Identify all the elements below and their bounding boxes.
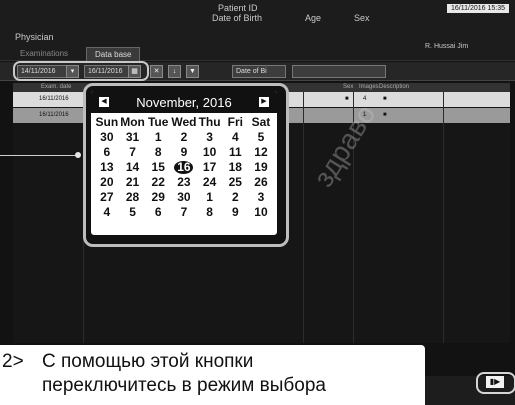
next-month-icon[interactable]: ▶ — [259, 97, 269, 107]
calendar-day[interactable]: 10 — [197, 145, 223, 160]
selected-day-marker: 16 — [174, 161, 194, 174]
callout-line — [0, 155, 78, 156]
age-label: Age — [305, 13, 322, 23]
calendar-day[interactable]: 5 — [120, 205, 146, 220]
week-row: 30 31 1 2 3 4 5 — [94, 130, 274, 145]
week-row: 20 21 22 23 24 25 26 — [94, 175, 274, 190]
calendar-day[interactable]: 30 — [94, 130, 120, 145]
dob-filter-input[interactable]: Date of Bi — [232, 65, 286, 78]
weekday-label: Sun — [95, 115, 119, 129]
calendar-day[interactable]: 8 — [145, 145, 171, 160]
calendar-day[interactable]: 31 — [120, 130, 146, 145]
instruction-line-2: переключитесь в режим выбора — [42, 375, 326, 396]
calendar-day[interactable]: 9 — [222, 205, 248, 220]
calendar-day[interactable]: 30 — [171, 190, 197, 205]
calendar-day[interactable]: 11 — [222, 145, 248, 160]
col-sex: Sex — [343, 84, 354, 90]
weekday-row: Sun Mon Tue Wed Thu Fri Sat — [94, 115, 274, 130]
calendar-day[interactable]: 10 — [248, 205, 274, 220]
calendar-day[interactable]: 28 — [120, 190, 146, 205]
calendar-day[interactable]: 4 — [94, 205, 120, 220]
sex-label: Sex — [354, 13, 370, 23]
switch-mode-button[interactable]: ▮▶ — [486, 376, 504, 388]
physician-label: Physician — [15, 32, 54, 42]
calendar-day[interactable]: 1 — [197, 190, 223, 205]
calendar-highlight-frame: ◀ November, 2016 ▶ Sun Mon Tue Wed Thu F… — [83, 83, 289, 247]
calendar-day[interactable]: 25 — [222, 175, 248, 190]
col-exam-date: Exam. date — [41, 84, 72, 90]
search-input[interactable] — [292, 65, 386, 78]
week-row: 27 28 29 30 1 2 3 — [94, 190, 274, 205]
col-images: Images — [359, 84, 379, 90]
calendar-day[interactable]: 9 — [171, 145, 197, 160]
cell-description: ■ — [383, 96, 387, 102]
cell-description: ■ — [383, 112, 387, 118]
weekday-label: Fri — [227, 115, 243, 129]
calendar-day[interactable]: 29 — [145, 190, 171, 205]
week-row: 13 14 15 16 17 18 19 — [94, 160, 274, 175]
calendar-day[interactable]: 24 — [197, 175, 223, 190]
calendar-day[interactable]: 7 — [120, 145, 146, 160]
patient-id-label: Patient ID — [218, 3, 258, 13]
calendar-day[interactable]: 6 — [94, 145, 120, 160]
datetime-display: 16/11/2016 15:35 — [447, 4, 509, 13]
date-range-highlight-frame — [13, 61, 149, 81]
column-divider — [303, 92, 304, 343]
top-header: Patient ID Date of Birth Age Sex Physici… — [0, 0, 515, 62]
calendar-day[interactable]: 18 — [222, 160, 248, 175]
weekday-label: Wed — [171, 115, 197, 129]
calendar-day[interactable]: 8 — [197, 205, 223, 220]
calendar-title: November, 2016 — [136, 95, 232, 110]
calendar-day[interactable]: 1 — [145, 130, 171, 145]
calendar-day[interactable]: 3 — [248, 190, 274, 205]
col-description: Description — [379, 84, 410, 90]
callout-dot — [75, 152, 81, 158]
sort-icon[interactable]: ↓ — [168, 65, 181, 78]
instruction-caption: 2> С помощью этой кнопки переключитесь в… — [0, 345, 425, 405]
calendar-header: ◀ November, 2016 ▶ — [91, 91, 277, 113]
column-divider — [443, 92, 444, 343]
calendar-popup: ◀ November, 2016 ▶ Sun Mon Tue Wed Thu F… — [90, 90, 278, 236]
calendar-day[interactable]: 20 — [94, 175, 120, 190]
calendar-day[interactable]: 2 — [222, 190, 248, 205]
calendar-day[interactable]: 4 — [222, 130, 248, 145]
calendar-day[interactable]: 19 — [248, 160, 274, 175]
calendar-day[interactable]: 13 — [94, 160, 120, 175]
calendar-day[interactable]: 14 — [120, 160, 146, 175]
calendar-day-selected[interactable]: 16 — [171, 160, 197, 175]
app-screen: Patient ID Date of Birth Age Sex Physici… — [0, 0, 515, 405]
weekday-label: Mon — [120, 115, 145, 129]
weekday-label: Tue — [147, 115, 169, 129]
calendar-day[interactable]: 7 — [171, 205, 197, 220]
step-number: 2> — [2, 351, 24, 372]
calendar-day[interactable]: 23 — [171, 175, 197, 190]
calendar-day[interactable]: 17 — [197, 160, 223, 175]
calendar-day[interactable]: 6 — [145, 205, 171, 220]
instruction-line-1: С помощью этой кнопки — [42, 351, 254, 372]
tab-examinations[interactable]: Examinations — [12, 47, 76, 61]
calendar-day[interactable]: 5 — [248, 130, 274, 145]
user-label: R. Hussai Jim — [425, 43, 469, 50]
weekday-label: Sat — [251, 115, 271, 129]
calendar-day[interactable]: 15 — [145, 160, 171, 175]
calendar-day[interactable]: 12 — [248, 145, 274, 160]
cell-sex: ■ — [345, 96, 349, 102]
clear-filter-icon[interactable]: ✕ — [150, 65, 163, 78]
dob-label: Date of Birth — [212, 13, 263, 23]
week-row: 6 7 8 9 10 11 12 — [94, 145, 274, 160]
weekday-label: Thu — [198, 115, 221, 129]
prev-month-icon[interactable]: ◀ — [99, 97, 109, 107]
calendar-day[interactable]: 22 — [145, 175, 171, 190]
cell-exam-date: 16/11/2016 — [39, 112, 69, 118]
cell-exam-date: 16/11/2016 — [39, 96, 69, 102]
filter-icon[interactable]: ▼ — [186, 65, 199, 78]
calendar-day[interactable]: 21 — [120, 175, 146, 190]
calendar-day[interactable]: 27 — [94, 190, 120, 205]
calendar-day[interactable]: 2 — [171, 130, 197, 145]
tab-data-base[interactable]: Data base — [86, 47, 141, 62]
calendar-day[interactable]: 3 — [197, 130, 223, 145]
calendar-grid: Sun Mon Tue Wed Thu Fri Sat 30 31 1 2 3 … — [94, 115, 274, 220]
week-row: 4 5 6 7 8 9 10 — [94, 205, 274, 220]
calendar-day[interactable]: 26 — [248, 175, 274, 190]
